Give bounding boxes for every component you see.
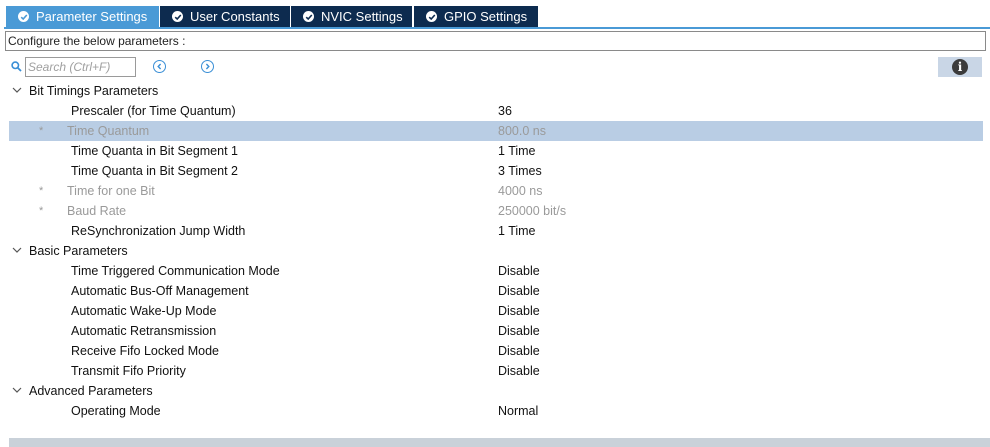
chevron-down-icon [12,87,22,93]
param-value[interactable]: Disable [498,304,540,318]
param-row-transmit-fifo-priority[interactable]: Transmit Fifo Priority Disable [9,361,983,381]
param-value: 250000 bit/s [498,204,567,218]
check-circle-icon [426,11,437,22]
param-row-receive-fifo-locked[interactable]: Receive Fifo Locked Mode Disable [9,341,983,361]
readonly-marker: * [39,205,44,217]
readonly-marker: * [39,125,44,137]
param-name: Automatic Retransmission [71,324,217,338]
param-value[interactable]: 36 [498,104,512,118]
param-name: Prescaler (for Time Quantum) [71,104,236,118]
param-row-bus-off-management[interactable]: Automatic Bus-Off Management Disable [9,281,983,301]
param-row-operating-mode[interactable]: Operating Mode Normal [9,401,983,421]
param-name: ReSynchronization Jump Width [71,224,246,238]
param-row-time-triggered-mode[interactable]: Time Triggered Communication Mode Disabl… [9,261,983,281]
param-name: Baud Rate [67,204,127,218]
tab-label: User Constants [190,9,280,24]
param-value[interactable]: Disable [498,344,540,358]
param-value[interactable]: Disable [498,364,540,378]
readonly-marker: * [39,185,44,197]
check-circle-icon [303,11,314,22]
param-value[interactable]: 3 Times [498,164,542,178]
chevron-down-icon [12,387,22,393]
param-name: Receive Fifo Locked Mode [71,344,219,358]
group-basic-parameters[interactable]: Basic Parameters [9,241,983,261]
info-icon: i [952,59,968,75]
param-value[interactable]: Normal [498,404,538,418]
group-label: Bit Timings Parameters [29,84,159,98]
tab-gpio-settings[interactable]: GPIO Settings [414,6,538,27]
param-name: Automatic Bus-Off Management [71,284,249,298]
param-value: 800.0 ns [498,124,546,138]
search-previous-button[interactable] [153,60,166,73]
param-value: 4000 ns [498,184,543,198]
param-row-baud-rate[interactable]: * Baud Rate 250000 bit/s [9,201,983,221]
param-value[interactable]: Disable [498,264,540,278]
tab-underline [4,27,990,29]
param-row-wake-up-mode[interactable]: Automatic Wake-Up Mode Disable [9,301,983,321]
search-icon [11,61,22,75]
horizontal-scrollbar[interactable] [9,438,990,447]
param-name: Time for one Bit [67,184,155,198]
param-value[interactable]: 1 Time [498,224,536,238]
param-name: Time Triggered Communication Mode [71,264,280,278]
info-button[interactable]: i [938,57,982,77]
param-row-bit-segment-1[interactable]: Time Quanta in Bit Segment 1 1 Time [9,141,983,161]
param-row-retransmission[interactable]: Automatic Retransmission Disable [9,321,983,341]
search-input[interactable] [25,57,136,77]
group-label: Advanced Parameters [29,384,153,398]
tab-parameter-settings[interactable]: Parameter Settings [6,6,159,27]
group-bit-timings[interactable]: Bit Timings Parameters [9,81,983,101]
param-name: Transmit Fifo Priority [71,364,186,378]
group-advanced-parameters[interactable]: Advanced Parameters [9,381,983,401]
tab-nvic-settings[interactable]: NVIC Settings [291,6,412,27]
param-name: Automatic Wake-Up Mode [71,304,217,318]
param-row-resync-jump-width[interactable]: ReSynchronization Jump Width 1 Time [9,221,983,241]
param-name: Time Quantum [67,124,150,138]
search-next-button[interactable] [201,60,214,73]
tab-bar: Parameter Settings User Constants NVIC S… [0,0,990,30]
group-label: Basic Parameters [29,244,128,258]
param-row-prescaler[interactable]: Prescaler (for Time Quantum) 36 [9,101,983,121]
chevron-down-icon [12,247,22,253]
chevron-right-icon [205,63,210,70]
param-value[interactable]: Disable [498,324,540,338]
chevron-left-icon [157,63,162,70]
param-row-bit-segment-2[interactable]: Time Quanta in Bit Segment 2 3 Times [9,161,983,181]
tab-label: Parameter Settings [36,9,148,24]
tab-label: NVIC Settings [321,9,403,24]
param-name: Time Quanta in Bit Segment 2 [71,164,238,178]
check-circle-icon [172,11,183,22]
tab-label: GPIO Settings [444,9,528,24]
param-value[interactable]: Disable [498,284,540,298]
tab-user-constants[interactable]: User Constants [160,6,290,27]
param-row-time-for-one-bit[interactable]: * Time for one Bit 4000 ns [9,181,983,201]
check-circle-icon [18,11,29,22]
param-row-time-quantum[interactable]: * Time Quantum 800.0 ns [9,121,983,141]
param-value[interactable]: 1 Time [498,144,536,158]
configure-label: Configure the below parameters : [5,31,986,51]
param-name: Time Quanta in Bit Segment 1 [71,144,238,158]
param-name: Operating Mode [71,404,161,418]
